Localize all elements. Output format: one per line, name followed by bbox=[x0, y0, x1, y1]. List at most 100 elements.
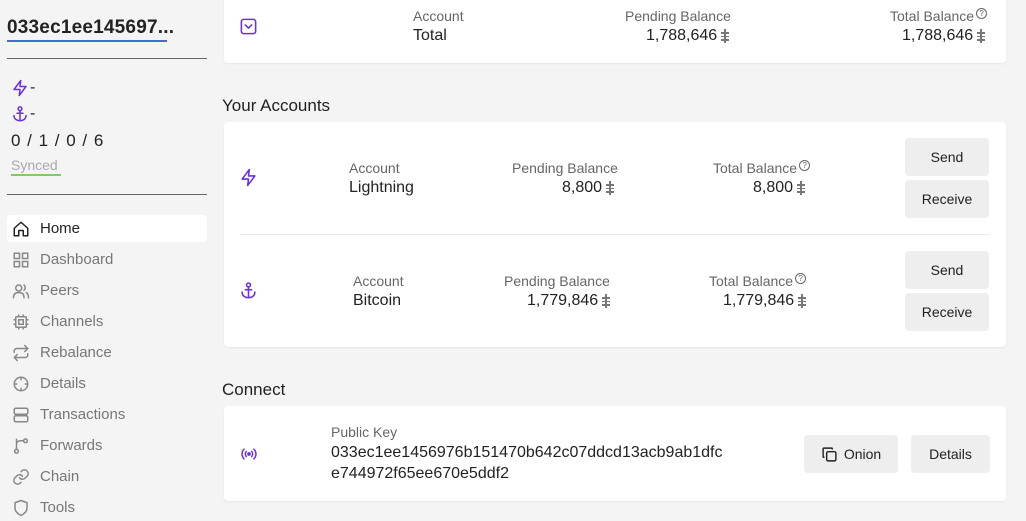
node-alias[interactable]: 033ec1ee145697... bbox=[7, 17, 174, 39]
bitcoin-status: - bbox=[11, 105, 35, 123]
grid-icon bbox=[11, 250, 31, 270]
home-icon bbox=[11, 219, 31, 239]
broadcast-icon bbox=[240, 445, 258, 463]
receive-button[interactable]: Receive bbox=[905, 180, 989, 218]
route-icon bbox=[11, 436, 31, 456]
total-balance: 8,800 bbox=[753, 179, 806, 197]
anchor-icon bbox=[239, 281, 258, 300]
nav-item-label: Tools bbox=[40, 499, 76, 516]
account-label: Account bbox=[353, 273, 404, 289]
sidebar-divider bbox=[7, 58, 207, 59]
anchor-icon bbox=[11, 105, 30, 123]
total-balance: 1,779,846 bbox=[723, 292, 807, 310]
nav-item-home[interactable]: Home bbox=[7, 215, 207, 242]
total-balance-label: Total Balance? bbox=[709, 273, 807, 289]
total-balance-label: Total Balance? bbox=[713, 160, 811, 176]
account-value: Bitcoin bbox=[353, 292, 402, 309]
channel-counts: 0 / 1 / 0 / 6 bbox=[11, 131, 105, 150]
total-balance-label-text: Total Balance bbox=[890, 8, 975, 24]
total-balance: 1,788,646 bbox=[902, 27, 986, 45]
help-icon[interactable]: ? bbox=[799, 160, 811, 171]
public-key-label: Public Key bbox=[331, 424, 398, 440]
public-key-line-1: 033ec1ee1456976b151470b642c07ddcd13acb9a… bbox=[331, 444, 723, 461]
cpu-icon bbox=[11, 312, 31, 332]
total-balance-value: 1,788,646 bbox=[902, 27, 974, 44]
pending-balance-label: Pending Balance bbox=[504, 273, 610, 289]
server-icon bbox=[11, 405, 31, 425]
nav-item-details[interactable]: Details bbox=[7, 370, 207, 397]
nav-item-label: Peers bbox=[40, 282, 80, 299]
crosshair-icon bbox=[11, 374, 31, 394]
receive-button[interactable]: Receive bbox=[905, 293, 989, 331]
wallet-icon bbox=[239, 17, 258, 36]
nav-item-label: Forwards bbox=[40, 437, 103, 454]
connect-section-title: Connect bbox=[222, 380, 286, 399]
details-button[interactable]: Details bbox=[911, 435, 990, 473]
lightning-status-value: - bbox=[30, 79, 36, 96]
nav-item-label: Dashboard bbox=[40, 251, 114, 268]
sync-status-underline bbox=[11, 174, 61, 176]
link-icon bbox=[11, 467, 31, 487]
total-balance-value: 1,779,846 bbox=[723, 292, 795, 309]
send-button[interactable]: Send bbox=[905, 251, 989, 289]
nav-item-dashboard[interactable]: Dashboard bbox=[7, 246, 207, 273]
sats-icon bbox=[601, 294, 611, 308]
sats-icon bbox=[720, 29, 730, 43]
pending-balance-label: Pending Balance bbox=[625, 8, 731, 24]
public-key-line-2: e744972f65ee670e5ddf2 bbox=[331, 465, 509, 482]
alias-underline bbox=[7, 40, 167, 42]
sats-icon bbox=[605, 181, 615, 195]
nav-item-label: Home bbox=[40, 220, 81, 237]
nav-item-label: Rebalance bbox=[40, 344, 112, 361]
accounts-section-title: Your Accounts bbox=[222, 96, 331, 115]
total-balance-value: 8,800 bbox=[753, 179, 794, 196]
nav-item-channels[interactable]: Channels bbox=[7, 308, 207, 335]
send-button[interactable]: Send bbox=[905, 138, 989, 176]
sidebar-divider bbox=[7, 194, 207, 195]
lightning-icon bbox=[11, 79, 30, 97]
account-label: Account bbox=[413, 8, 464, 24]
users-icon bbox=[11, 281, 31, 301]
account-value: Total bbox=[413, 27, 447, 44]
nav-item-peers[interactable]: Peers bbox=[7, 277, 207, 304]
account-label: Account bbox=[349, 160, 400, 176]
sync-status: Synced bbox=[11, 157, 58, 173]
account-value: Lightning bbox=[349, 179, 414, 196]
sats-icon bbox=[976, 29, 986, 43]
pending-balance: 1,779,846 bbox=[527, 292, 611, 310]
nav-item-transactions[interactable]: Transactions bbox=[7, 401, 207, 428]
lightning-icon bbox=[239, 168, 258, 187]
nav-item-chain[interactable]: Chain bbox=[7, 463, 207, 490]
pending-balance: 1,788,646 bbox=[646, 27, 730, 45]
nav-item-label: Transactions bbox=[40, 406, 126, 423]
pending-balance-value: 1,788,646 bbox=[646, 27, 718, 44]
bitcoin-status-value: - bbox=[30, 105, 36, 122]
copy-icon bbox=[821, 446, 838, 463]
total-balance-label-text: Total Balance bbox=[713, 160, 798, 176]
onion-button-label: Onion bbox=[843, 446, 882, 462]
rebalance-icon bbox=[11, 343, 31, 363]
shield-icon bbox=[11, 498, 31, 518]
total-balance-card: Account Total Pending Balance 1,788,646 … bbox=[224, 0, 1006, 63]
pending-balance-value: 1,779,846 bbox=[527, 292, 599, 309]
nav-item-forwards[interactable]: Forwards bbox=[7, 432, 207, 459]
nav-item-label: Details bbox=[40, 375, 86, 392]
accounts-card: Account Lightning Pending Balance 8,800 … bbox=[224, 122, 1006, 347]
connect-card: Public Key 033ec1ee1456976b151470b642c07… bbox=[224, 406, 1006, 501]
nav-item-label: Channels bbox=[40, 313, 104, 330]
nav-item-label: Chain bbox=[40, 468, 80, 485]
nav-item-rebalance[interactable]: Rebalance bbox=[7, 339, 207, 366]
total-balance-label-text: Total Balance bbox=[709, 273, 794, 289]
pending-balance-label: Pending Balance bbox=[512, 160, 618, 176]
sidebar: 033ec1ee145697... - - 0 / 1 / 0 / 6 Sync… bbox=[0, 0, 214, 521]
help-icon[interactable]: ? bbox=[976, 8, 988, 19]
help-icon[interactable]: ? bbox=[795, 273, 807, 284]
pending-balance-value: 8,800 bbox=[562, 179, 603, 196]
nav-item-tools[interactable]: Tools bbox=[7, 494, 207, 521]
lightning-status: - bbox=[11, 79, 35, 97]
pending-balance: 8,800 bbox=[562, 179, 615, 197]
total-balance-label: Total Balance? bbox=[890, 8, 988, 24]
sats-icon bbox=[796, 181, 806, 195]
onion-button[interactable]: Onion bbox=[804, 435, 898, 473]
sats-icon bbox=[797, 294, 807, 308]
